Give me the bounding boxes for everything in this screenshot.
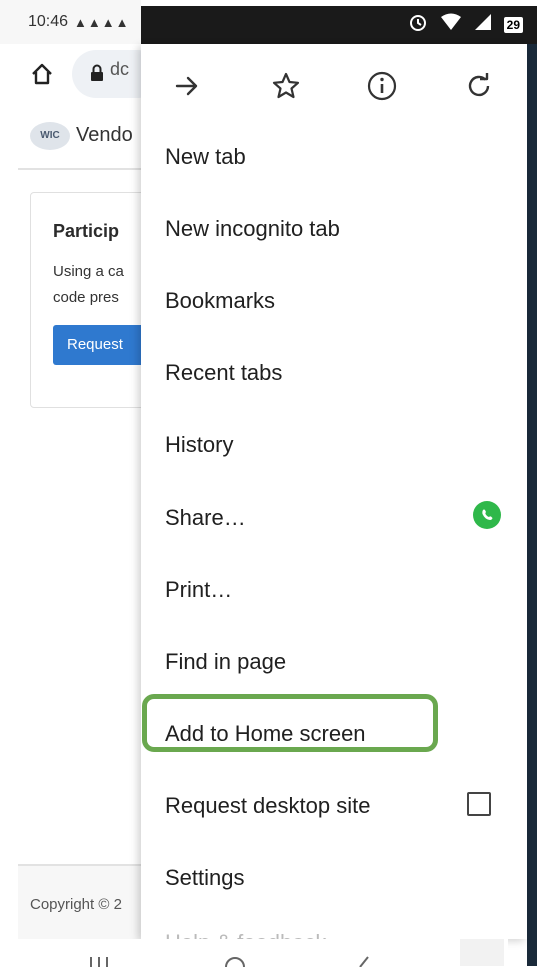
- recents-icon[interactable]: [88, 951, 110, 972]
- site-header: WIC Vendo: [18, 106, 142, 170]
- nav-bar-edge: [460, 939, 504, 966]
- status-bar-left: 10:46 ▲▲▲▲: [0, 0, 141, 44]
- system-nav-bar: [18, 939, 508, 968]
- menu-item-new-incognito-tab[interactable]: New incognito tab: [165, 216, 340, 242]
- whatsapp-icon[interactable]: [471, 499, 503, 536]
- menu-item-history[interactable]: History: [165, 432, 233, 458]
- card-title: Particip: [53, 221, 120, 241]
- site-logo: WIC: [30, 122, 70, 150]
- menu-toolbar: [141, 44, 527, 128]
- info-icon[interactable]: [362, 66, 402, 106]
- url-field[interactable]: [72, 50, 142, 98]
- request-button[interactable]: Request: [53, 325, 142, 365]
- bookmark-star-icon[interactable]: [266, 66, 306, 106]
- status-bar-right: 29: [141, 6, 537, 44]
- address-bar[interactable]: dc: [18, 44, 142, 106]
- menu-item-recent-tabs[interactable]: Recent tabs: [165, 360, 282, 386]
- status-time: 10:46: [28, 13, 69, 30]
- menu-item-settings[interactable]: Settings: [165, 865, 245, 891]
- overflow-menu: New tab New incognito tab Bookmarks Rece…: [141, 44, 527, 939]
- footer-copyright: Copyright © 2: [30, 896, 122, 913]
- card-text-line1: Using a ca: [53, 263, 124, 280]
- menu-item-share[interactable]: Share…: [165, 505, 246, 531]
- forward-icon[interactable]: [167, 66, 207, 106]
- wifi-icon: [440, 13, 462, 36]
- highlight-annotation: [142, 694, 438, 752]
- notification-icons: ▲▲▲▲: [74, 14, 130, 30]
- menu-item-bookmarks[interactable]: Bookmarks: [165, 288, 275, 314]
- menu-item-find-in-page[interactable]: Find in page: [165, 649, 286, 675]
- desktop-site-checkbox[interactable]: [467, 792, 491, 816]
- alarm-icon: [408, 12, 428, 37]
- page-footer: Copyright © 2: [18, 864, 142, 944]
- site-title: Vendo: [76, 124, 133, 146]
- menu-item-help-feedback[interactable]: Help & feedback: [165, 930, 326, 939]
- lock-icon: [90, 64, 104, 87]
- battery-icon: 29: [503, 16, 523, 33]
- menu-item-print[interactable]: Print…: [165, 577, 232, 603]
- menu-item-new-tab[interactable]: New tab: [165, 144, 246, 170]
- back-icon[interactable]: [354, 951, 372, 972]
- home-icon[interactable]: [30, 62, 54, 91]
- card-text-line2: code pres: [53, 289, 119, 306]
- menu-item-request-desktop-site[interactable]: Request desktop site: [165, 793, 370, 819]
- refresh-icon[interactable]: [459, 66, 499, 106]
- signal-icon: [474, 13, 492, 36]
- screen-edge: [527, 44, 537, 966]
- url-text: dc: [110, 59, 130, 79]
- background-page: dc WIC Vendo Particip Using a ca code pr…: [18, 44, 142, 966]
- participant-card: Particip Using a ca code pres Request: [30, 192, 142, 408]
- home-nav-icon[interactable]: [223, 951, 247, 972]
